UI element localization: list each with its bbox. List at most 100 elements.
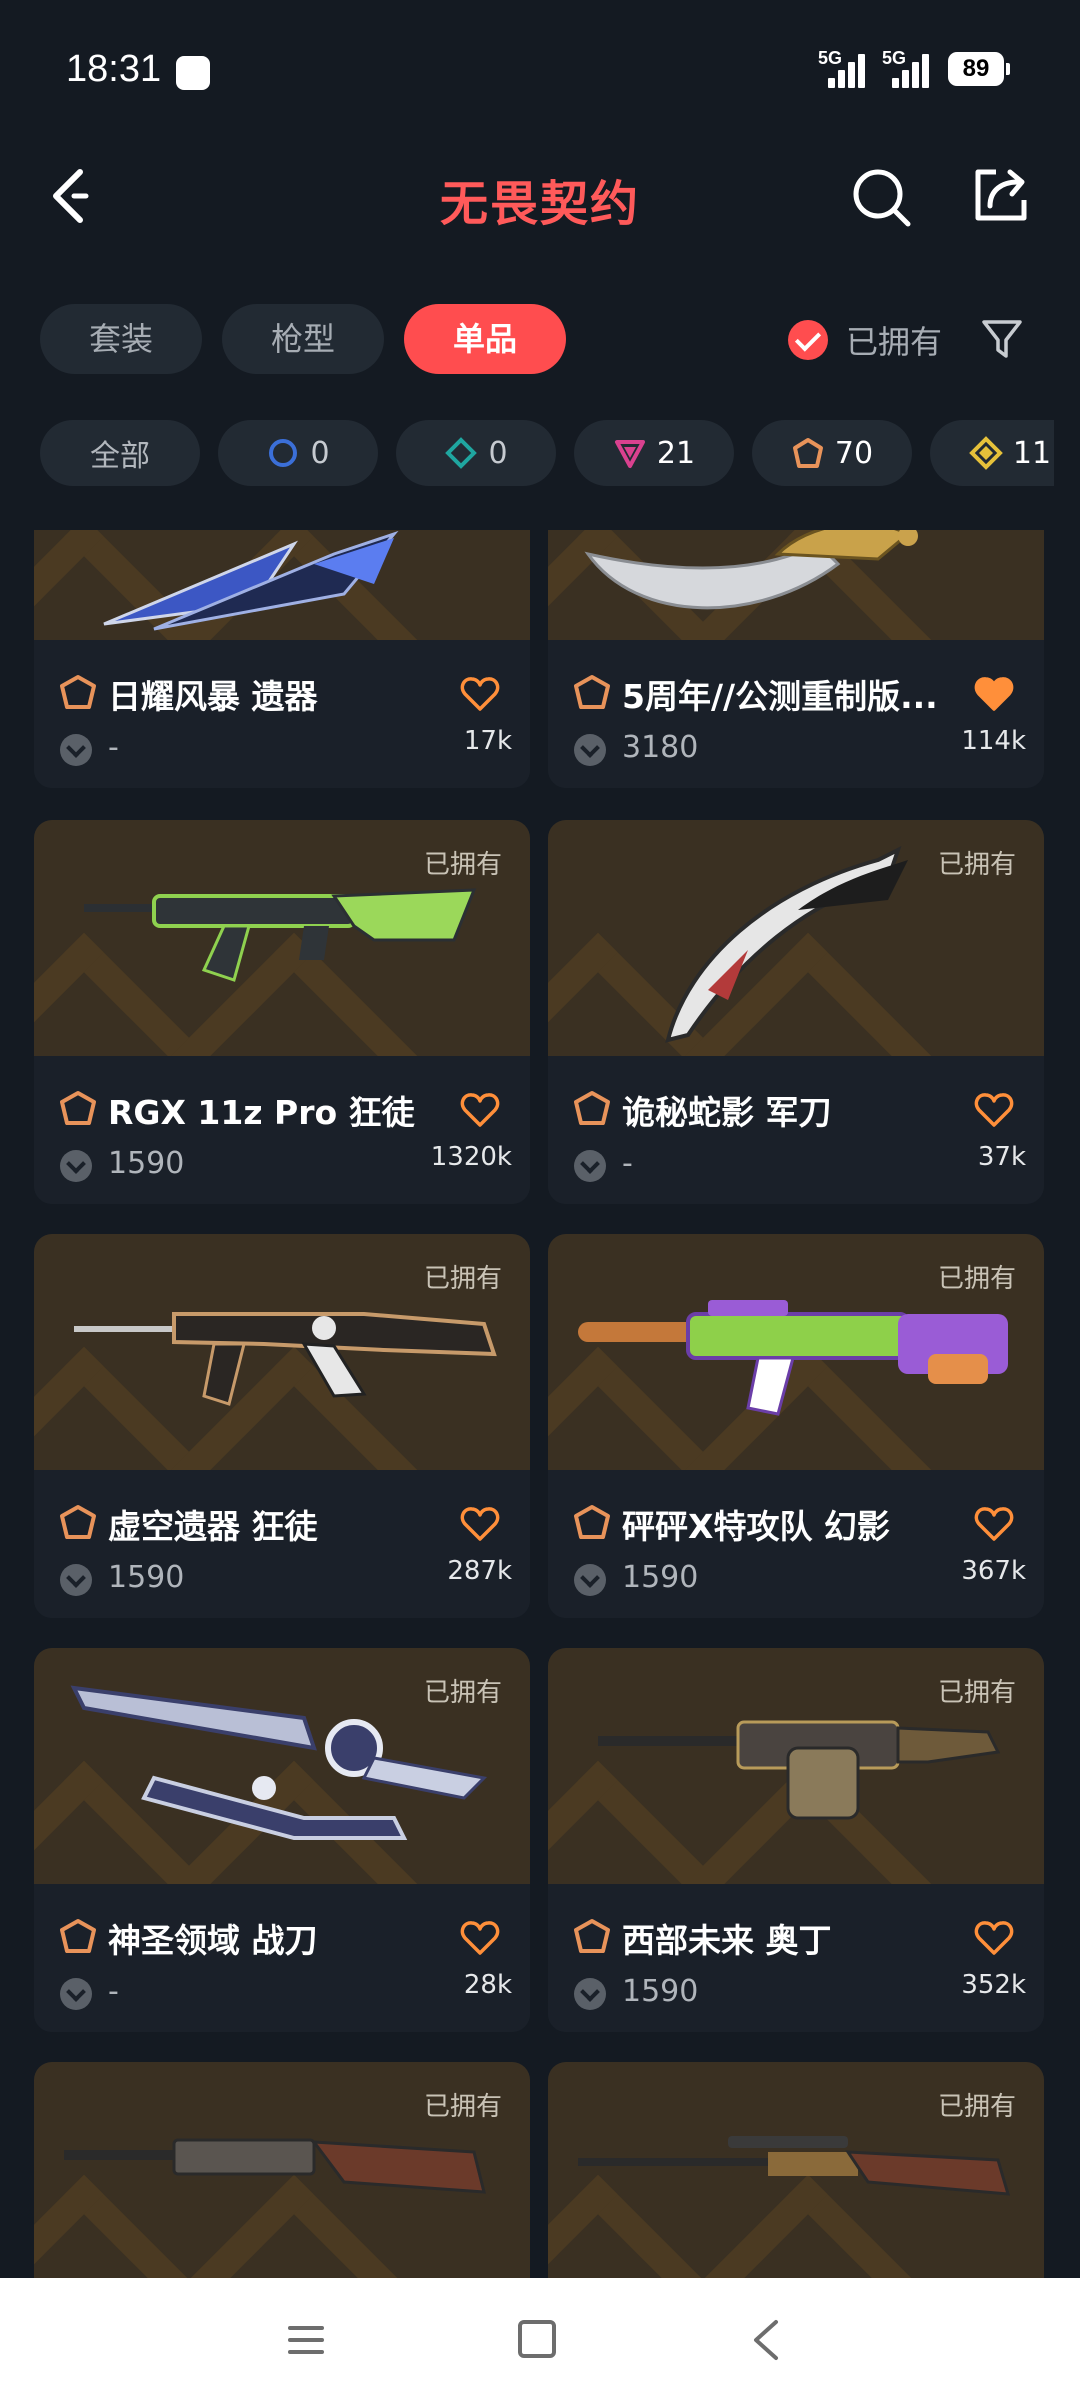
- item-price: -: [622, 1146, 633, 1181]
- item-likes: 37k: [977, 1142, 1026, 1172]
- rarity-filter-chips: 全部 0 0 21 70 11: [0, 420, 1054, 486]
- share-icon[interactable]: [972, 166, 1030, 224]
- chip-deluxe[interactable]: 0: [396, 420, 556, 486]
- item-image: 已拥有: [34, 2062, 530, 2280]
- chip-count: 70: [834, 435, 874, 471]
- item-likes: 287k: [447, 1556, 512, 1586]
- item-card[interactable]: 已拥有 RGX 11z Pro 狂徒 1590 1320k: [34, 820, 530, 1204]
- item-card[interactable]: 已拥有 诡秘蛇影 军刀 - 37k: [548, 820, 1044, 1204]
- exclusive-tier-icon: [60, 1091, 96, 1125]
- owned-filter-toggle[interactable]: 已拥有: [788, 318, 942, 362]
- heart-outline-icon[interactable]: [460, 1092, 500, 1128]
- exclusive-tier-icon: [574, 1919, 610, 1953]
- item-image: 已拥有: [34, 1234, 530, 1470]
- deluxe-tier-icon: [445, 437, 478, 469]
- status-bar: 18:31 5G 5G 89: [0, 0, 1080, 130]
- item-card[interactable]: 5周年//公测重制版... 3180 114k: [548, 530, 1044, 788]
- item-price: 1590: [622, 1560, 699, 1595]
- item-likes: 367k: [961, 1556, 1026, 1586]
- item-image: [548, 530, 1044, 640]
- chip-select[interactable]: 0: [218, 420, 378, 486]
- owned-tag: 已拥有: [937, 850, 1016, 880]
- owned-tag: 已拥有: [937, 1678, 1016, 1708]
- item-image: 已拥有: [548, 1234, 1044, 1470]
- item-image: 已拥有: [548, 2062, 1044, 2280]
- exclusive-tier-icon: [60, 1919, 96, 1953]
- rifle-image: [64, 2138, 486, 2194]
- chip-all-label: 全部: [90, 439, 150, 474]
- item-image: 已拥有: [34, 1648, 530, 1884]
- sniper-image: [578, 2136, 1011, 2196]
- item-image: 已拥有: [34, 820, 530, 1056]
- item-info: RGX 11z Pro 狂徒 1590 1320k: [34, 1056, 530, 1204]
- rifle-image: [74, 1312, 497, 1406]
- heart-outline-icon[interactable]: [460, 676, 500, 712]
- exclusive-tier-icon: [574, 1091, 610, 1125]
- exclusive-tier-icon: [574, 675, 610, 709]
- search-icon[interactable]: [850, 166, 912, 228]
- exclusive-tier-icon: [574, 1505, 610, 1539]
- item-image: 已拥有: [548, 820, 1044, 1056]
- item-card[interactable]: 已拥有 神圣领域 战刀 - 28k: [34, 1648, 530, 2032]
- chip-count: 21: [656, 435, 696, 471]
- tab-bundles[interactable]: 套装: [40, 304, 202, 374]
- heart-outline-icon[interactable]: [460, 1920, 500, 1956]
- chip-all[interactable]: 全部: [40, 420, 200, 486]
- chip-count: 0: [310, 435, 330, 471]
- chip-exclusive[interactable]: 70: [752, 420, 912, 486]
- notification-icon: [176, 56, 210, 90]
- owned-tag: 已拥有: [937, 2092, 1016, 2122]
- item-price: 1590: [622, 1974, 699, 2009]
- heart-outline-icon[interactable]: [974, 1092, 1014, 1128]
- valorant-points-icon: [574, 1978, 606, 2010]
- premium-tier-icon: [614, 440, 645, 468]
- signal-icon: [828, 52, 872, 88]
- item-info: 日耀风暴 遗器 - 17k: [34, 640, 530, 788]
- heart-filled-icon[interactable]: [974, 676, 1014, 712]
- item-info: 5周年//公测重制版... 3180 114k: [548, 640, 1044, 788]
- home-icon[interactable]: [518, 2320, 556, 2358]
- item-card[interactable]: 已拥有 虚空遗器 狂徒 1590 287k: [34, 1234, 530, 1618]
- exclusive-tier-icon: [792, 438, 823, 468]
- filter-icon[interactable]: [980, 316, 1024, 360]
- heart-outline-icon[interactable]: [460, 1506, 500, 1542]
- clock: 18:31: [66, 48, 162, 90]
- chip-premium[interactable]: 21: [574, 420, 734, 486]
- heart-outline-icon[interactable]: [974, 1506, 1014, 1542]
- item-card[interactable]: 已拥有 西部未来 奥丁 1590 352k: [548, 1648, 1044, 2032]
- item-name: 西部未来 奥丁: [622, 1921, 832, 1960]
- item-info: 神圣领域 战刀 - 28k: [34, 1884, 530, 2032]
- item-name: 神圣领域 战刀: [108, 1921, 318, 1960]
- item-price: 3180: [622, 730, 699, 765]
- battery-indicator: 89: [948, 52, 1010, 86]
- item-card[interactable]: 日耀风暴 遗器 - 17k: [34, 530, 530, 788]
- check-icon[interactable]: [788, 320, 828, 360]
- chip-ultra[interactable]: 11: [930, 420, 1054, 486]
- tab-single-items[interactable]: 单品: [404, 304, 566, 374]
- owned-tag: 已拥有: [423, 2092, 502, 2122]
- tab-weapon-types[interactable]: 枪型: [222, 304, 384, 374]
- item-likes: 1320k: [430, 1142, 512, 1172]
- sword-image: [70, 1685, 488, 1840]
- item-card[interactable]: 已拥有: [34, 2062, 530, 2280]
- item-image: [34, 530, 530, 640]
- heart-outline-icon[interactable]: [974, 1920, 1014, 1956]
- exclusive-tier-icon: [60, 675, 96, 709]
- item-likes: 114k: [961, 726, 1026, 756]
- item-info: 虚空遗器 狂徒 1590 287k: [34, 1470, 530, 1618]
- knife-image: [103, 530, 399, 631]
- menu-icon[interactable]: [286, 2320, 326, 2360]
- back-icon[interactable]: [746, 2318, 786, 2362]
- item-name: 砰砰X特攻队 幻影: [622, 1507, 890, 1546]
- item-price: -: [108, 730, 119, 765]
- item-info: 诡秘蛇影 军刀 - 37k: [548, 1056, 1044, 1204]
- valorant-points-icon: [60, 1978, 92, 2010]
- item-card[interactable]: 已拥有 砰砰X特攻队 幻影 1590 367k: [548, 1234, 1044, 1618]
- item-card[interactable]: 已拥有: [548, 2062, 1044, 2280]
- knife-image: [584, 530, 918, 610]
- item-likes: 28k: [463, 1970, 512, 2000]
- item-price: -: [108, 1974, 119, 2009]
- exclusive-tier-icon: [60, 1505, 96, 1539]
- item-grid: 日耀风暴 遗器 - 17k 5周年//公测重制版... 3180 114k 已拥…: [0, 530, 1080, 2280]
- rifle-image: [84, 888, 477, 982]
